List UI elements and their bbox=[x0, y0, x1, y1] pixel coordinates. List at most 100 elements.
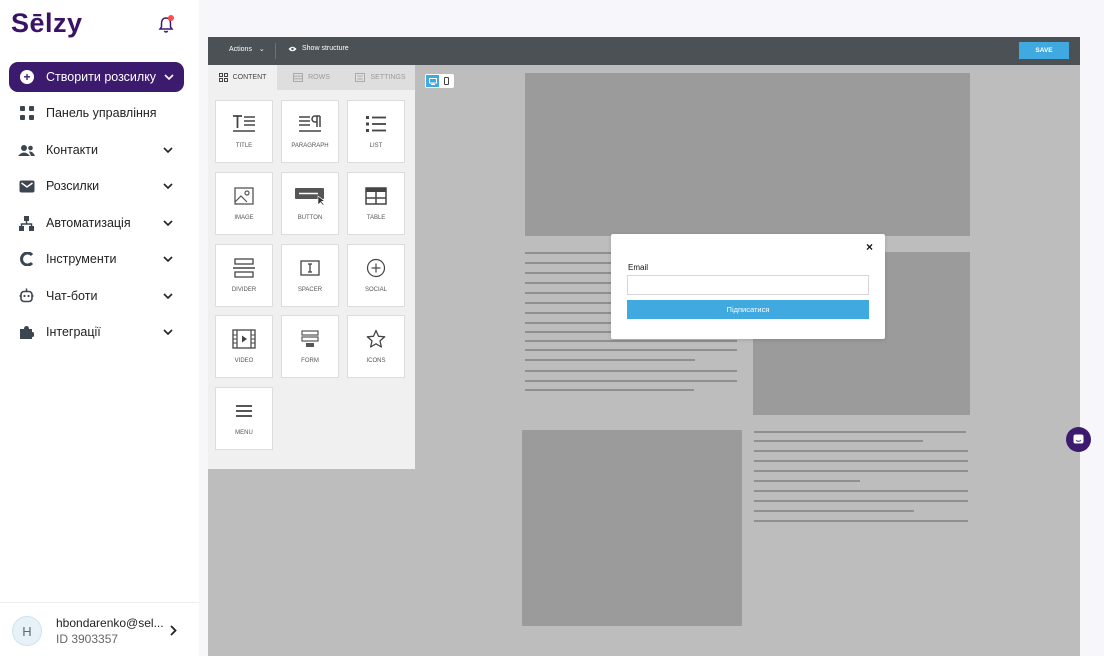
email-field[interactable] bbox=[627, 275, 869, 295]
chevron-right-icon[interactable] bbox=[170, 625, 177, 636]
text-line-placeholder bbox=[754, 431, 966, 433]
image-icon bbox=[216, 185, 272, 207]
email-editor: Actions ⌄ Show structure SAVE CONTENT RO… bbox=[208, 37, 1080, 656]
user-id: ID 3903357 bbox=[56, 632, 119, 646]
panel-tabs: CONTENT ROWS SETTINGS bbox=[208, 65, 415, 90]
text-line-placeholder bbox=[754, 500, 968, 502]
tab-rows[interactable]: ROWS bbox=[277, 65, 346, 90]
grid-icon bbox=[218, 73, 228, 82]
notification-dot bbox=[168, 15, 174, 21]
block-label: TABLE bbox=[366, 215, 386, 221]
block-icons[interactable]: ICONS bbox=[347, 315, 405, 378]
text-line-placeholder bbox=[525, 380, 737, 382]
block-video[interactable]: VIDEO bbox=[215, 315, 273, 378]
button-icon bbox=[282, 185, 338, 207]
rows-icon bbox=[293, 73, 304, 82]
subscribe-button[interactable]: Підписатися bbox=[627, 300, 869, 319]
block-label: IMAGE bbox=[234, 215, 254, 221]
sidebar-item-campaigns[interactable]: Розсилки bbox=[0, 171, 199, 201]
desktop-view-button[interactable] bbox=[426, 75, 439, 87]
chevron-down-icon[interactable] bbox=[163, 329, 173, 335]
block-spacer[interactable]: SPACER bbox=[281, 244, 339, 307]
tools-icon bbox=[18, 251, 35, 268]
chevron-down-icon bbox=[164, 74, 174, 80]
sidebar-item-integrations[interactable]: Інтеграції bbox=[0, 317, 199, 347]
text-line-placeholder bbox=[754, 490, 968, 492]
automation-icon bbox=[18, 215, 35, 232]
block-label: MENU bbox=[235, 430, 253, 436]
block-menu[interactable]: MENU bbox=[215, 387, 273, 450]
show-structure-toggle[interactable]: Show structure bbox=[288, 45, 349, 52]
text-line-placeholder bbox=[525, 370, 737, 372]
text-line-placeholder bbox=[525, 389, 694, 391]
image-placeholder[interactable] bbox=[522, 430, 742, 626]
sidebar-item-label: Розсилки bbox=[46, 179, 100, 193]
mobile-view-button[interactable] bbox=[440, 75, 453, 87]
tab-settings[interactable]: SETTINGS bbox=[346, 65, 415, 90]
block-label: PARAGRAPH bbox=[291, 143, 329, 149]
chevron-down-icon[interactable] bbox=[163, 256, 173, 262]
toolbar-divider bbox=[275, 43, 276, 59]
divider-icon bbox=[216, 257, 272, 279]
sidebar-item-contacts[interactable]: Контакти bbox=[0, 135, 199, 165]
sidebar-item-automation[interactable]: Автоматизація bbox=[0, 208, 199, 238]
block-image[interactable]: IMAGE bbox=[215, 172, 273, 235]
sidebar-item-chatbots[interactable]: Чат-боти bbox=[0, 281, 199, 311]
user-email: hbondarenko@sel... bbox=[56, 616, 164, 630]
sidebar-item-label: Панель управління bbox=[46, 106, 157, 120]
table-icon bbox=[348, 185, 404, 207]
tab-content[interactable]: CONTENT bbox=[208, 65, 277, 90]
block-label: ICONS bbox=[366, 358, 386, 364]
sidebar: Sēlzy + Створити розсилку Панель управлі… bbox=[0, 0, 199, 656]
block-title[interactable]: TITLE bbox=[215, 100, 273, 163]
chevron-down-icon[interactable] bbox=[163, 293, 173, 299]
close-icon[interactable]: × bbox=[866, 240, 873, 254]
image-placeholder[interactable] bbox=[525, 73, 970, 236]
block-form[interactable]: FORM bbox=[281, 315, 339, 378]
chatbot-icon bbox=[18, 288, 35, 305]
list-icon bbox=[348, 113, 404, 135]
sidebar-item-label: Автоматизація bbox=[46, 216, 131, 230]
block-button[interactable]: BUTTON bbox=[281, 172, 339, 235]
show-structure-label: Show structure bbox=[302, 45, 349, 52]
form-icon bbox=[282, 328, 338, 350]
email-label: Email bbox=[628, 263, 649, 272]
save-button[interactable]: SAVE bbox=[1019, 42, 1069, 59]
contacts-icon bbox=[18, 142, 35, 159]
chat-widget-button[interactable] bbox=[1066, 427, 1091, 452]
mail-icon bbox=[18, 178, 35, 195]
actions-label: Actions bbox=[229, 46, 252, 53]
star-icon bbox=[348, 328, 404, 350]
block-list[interactable]: LIST bbox=[347, 100, 405, 163]
sidebar-item-dashboard[interactable]: Панель управління bbox=[0, 98, 199, 128]
monitor-icon bbox=[428, 77, 437, 85]
sidebar-item-tools[interactable]: Інструменти bbox=[0, 244, 199, 274]
block-paragraph[interactable]: PARAGRAPH bbox=[281, 100, 339, 163]
phone-icon bbox=[444, 77, 449, 85]
chevron-down-icon[interactable] bbox=[163, 147, 173, 153]
sidebar-item-label: Інструменти bbox=[46, 252, 117, 266]
actions-dropdown[interactable]: Actions ⌄ bbox=[229, 45, 265, 53]
eye-icon bbox=[288, 46, 297, 51]
chevron-down-icon[interactable] bbox=[163, 220, 173, 226]
social-icon bbox=[348, 257, 404, 279]
sidebar-item-label: Чат-боти bbox=[46, 289, 98, 303]
user-profile[interactable]: H hbondarenko@sel... ID 3903357 bbox=[0, 602, 199, 656]
plus-icon: + bbox=[20, 70, 34, 84]
block-table[interactable]: TABLE bbox=[347, 172, 405, 235]
block-divider[interactable]: DIVIDER bbox=[215, 244, 273, 307]
video-icon bbox=[216, 328, 272, 350]
chevron-down-icon[interactable] bbox=[163, 183, 173, 189]
sidebar-item-label: Контакти bbox=[46, 143, 98, 157]
selzy-logo[interactable]: Sēlzy bbox=[11, 8, 83, 39]
block-label: TITLE bbox=[235, 143, 253, 149]
text-line-placeholder bbox=[525, 359, 695, 361]
text-line-placeholder bbox=[754, 440, 923, 442]
block-social[interactable]: SOCIAL bbox=[347, 244, 405, 307]
block-label: BUTTON bbox=[297, 215, 323, 221]
create-campaign-button[interactable]: + Створити розсилку bbox=[9, 62, 184, 92]
blocks-panel: CONTENT ROWS SETTINGS TITLE PARAGRAPH LI… bbox=[208, 65, 415, 469]
tab-label: ROWS bbox=[308, 74, 330, 81]
block-label: SPACER bbox=[297, 287, 323, 293]
block-label: VIDEO bbox=[234, 358, 254, 364]
